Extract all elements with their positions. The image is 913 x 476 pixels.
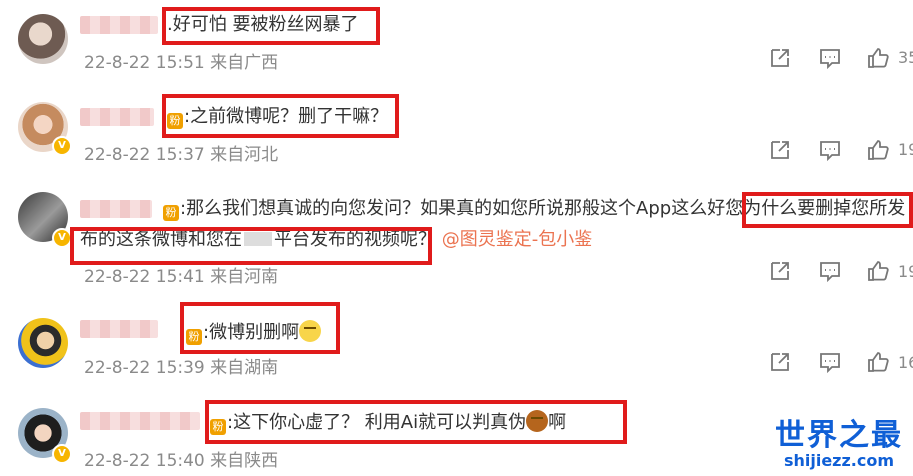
comment-text: 粉:微博别删啊 <box>186 320 322 345</box>
avatar[interactable] <box>18 14 68 64</box>
share-icon[interactable] <box>768 46 792 70</box>
username-blurred[interactable] <box>80 200 152 218</box>
fan-badge-icon: 粉 <box>210 419 226 435</box>
like-icon[interactable] <box>866 138 890 162</box>
verified-badge: V <box>52 136 72 156</box>
watermark-title: 世界之最 <box>775 418 903 453</box>
mention-link[interactable]: @图灵鉴定-包小鉴 <box>442 229 593 250</box>
comment-text: 粉:之前微博呢？删了干嘛？ <box>167 106 388 129</box>
like-icon[interactable] <box>866 350 890 374</box>
fan-badge-icon: 粉 <box>163 205 179 221</box>
comment-meta: 22-8-22 15:37 来自河北 <box>84 145 279 165</box>
emoji-icon <box>299 320 322 342</box>
comment-icon[interactable] <box>818 46 842 70</box>
share-icon[interactable] <box>768 350 792 374</box>
comment-icon[interactable] <box>818 138 842 162</box>
avatar[interactable] <box>18 318 68 368</box>
username-blurred[interactable] <box>80 108 154 126</box>
comment-meta: 22-8-22 15:41 来自河南 <box>84 267 279 287</box>
blurred-text <box>244 232 272 246</box>
like-count: 35 <box>898 48 913 67</box>
username-blurred[interactable] <box>80 412 200 430</box>
comment-icon[interactable] <box>818 259 842 283</box>
emoji-icon <box>526 410 549 432</box>
comment-meta: 22-8-22 15:51 来自广西 <box>84 53 279 73</box>
share-icon[interactable] <box>768 138 792 162</box>
comment-icon[interactable] <box>818 350 842 374</box>
like-count: 19 <box>898 140 913 159</box>
username-blurred[interactable] <box>80 16 158 34</box>
like-count: 19 <box>898 262 913 281</box>
like-icon[interactable] <box>866 259 890 283</box>
comment-text: 粉:这下你心虚了？ 利用Ai就可以判真伪啊 <box>210 410 566 435</box>
verified-badge: V <box>52 444 72 464</box>
verified-badge: V <box>52 228 72 248</box>
watermark: 世界之最 shijiezz.com <box>775 420 903 470</box>
username-blurred[interactable] <box>80 320 158 338</box>
watermark-url: shijiezz.com <box>783 451 895 470</box>
comment-text: 粉:那么我们想真诚的向您发问？如果真的如您所说那般这个App这么好您为什么要删掉… <box>163 198 905 221</box>
share-icon[interactable] <box>768 259 792 283</box>
fan-badge-icon: 粉 <box>186 329 202 345</box>
comment-text: .好可怕 要被粉丝网暴了 <box>167 14 359 35</box>
like-count: 16 <box>898 353 913 372</box>
comment-text-line2: 布的这条微博和您在 平台发布的视频呢？ @图灵鉴定-包小鉴 <box>80 229 593 250</box>
comment-meta: 22-8-22 15:40 来自陕西 <box>84 451 279 471</box>
comment-meta: 22-8-22 15:39 来自湖南 <box>84 358 279 378</box>
like-icon[interactable] <box>866 46 890 70</box>
fan-badge-icon: 粉 <box>167 113 183 129</box>
